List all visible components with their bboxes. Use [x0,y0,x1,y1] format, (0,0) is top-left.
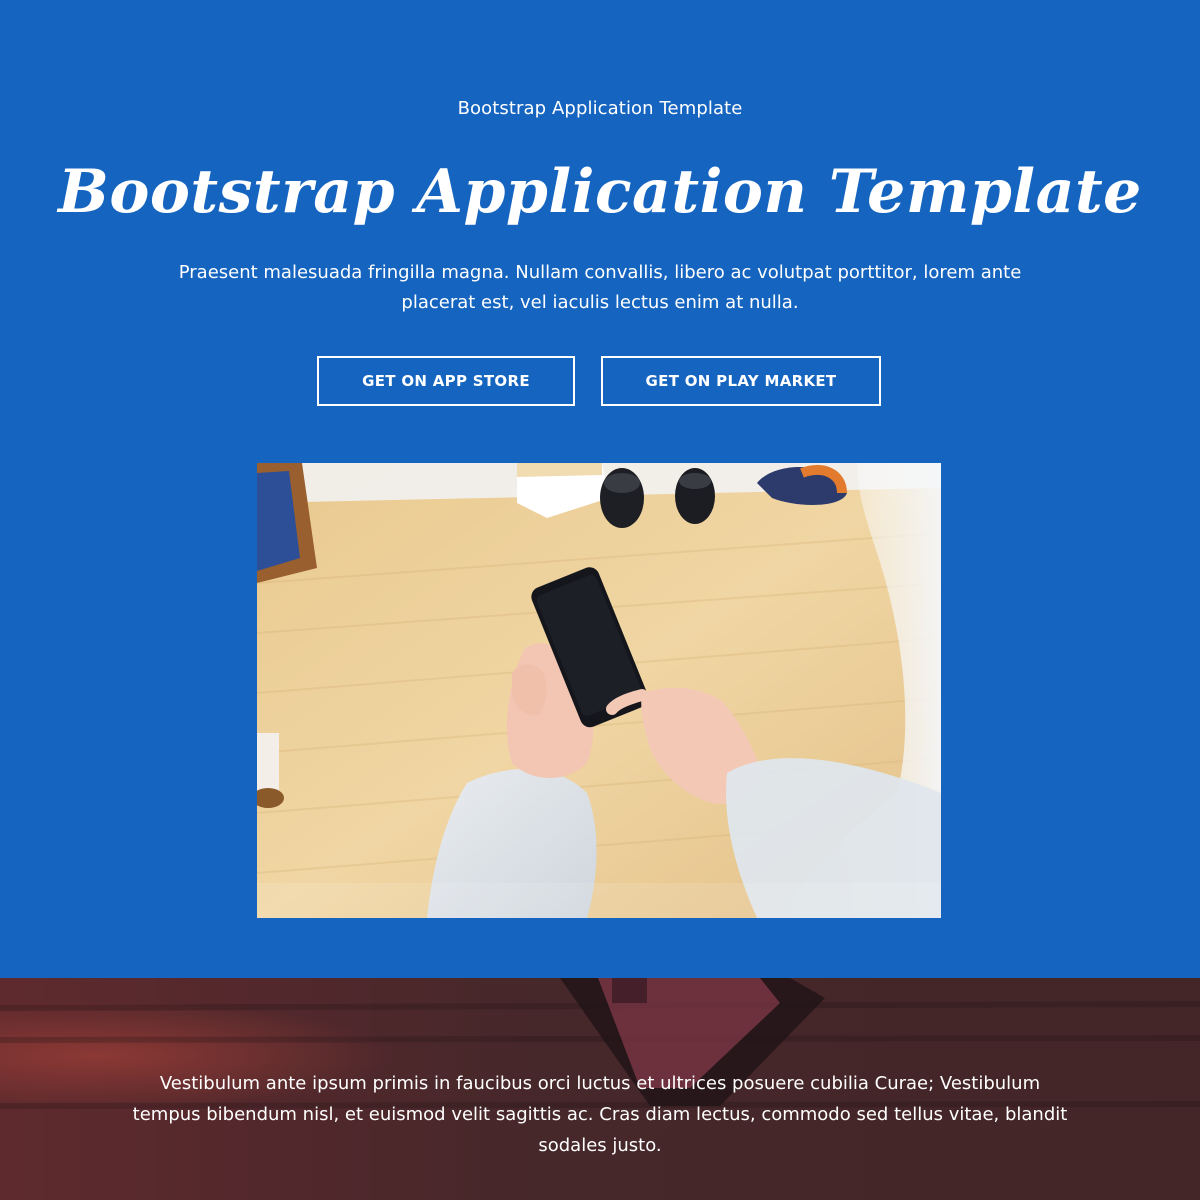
lead-paragraph: Praesent malesuada fringilla magna. Null… [178,262,1022,313]
footer-paragraph: Vestibulum ante ipsum primis in faucibus… [132,1073,1068,1156]
hero-photo [257,463,941,918]
eyebrow-title: Bootstrap Application Template [457,98,743,119]
hero-section: Bootstrap Application Template Bootstrap… [0,0,1200,978]
page-headline: Bootstrap Application Template [58,157,1142,227]
hand-holding-phone-photo [257,463,941,918]
footer-section: Vestibulum ante ipsum primis in faucibus… [0,978,1200,1200]
get-on-app-store-button[interactable]: GET ON APP STORE [317,356,575,406]
get-on-play-market-button[interactable]: GET ON PLAY MARKET [601,356,881,406]
